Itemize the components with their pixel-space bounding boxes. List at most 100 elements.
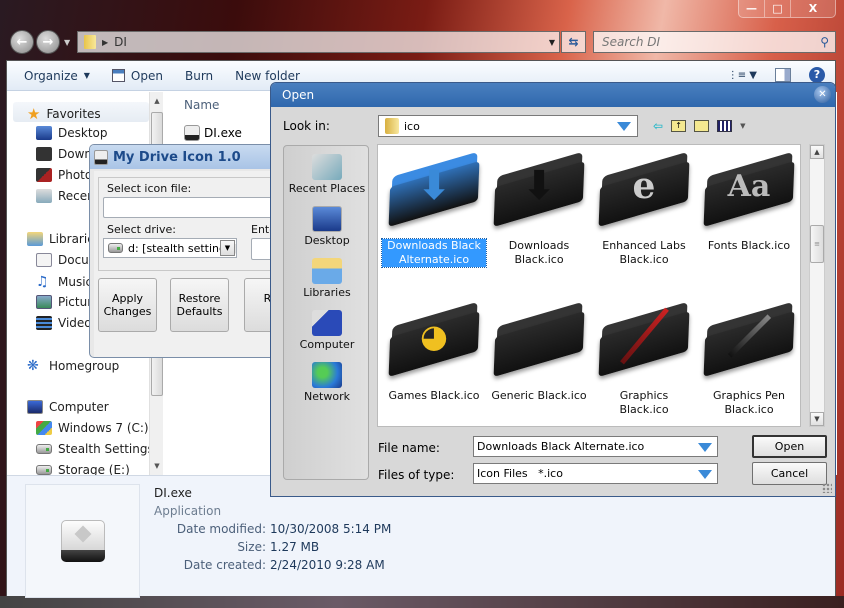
folder-icon: ⬇ [388, 151, 480, 227]
drive-select[interactable]: d: [stealth settings] ▼ [103, 238, 237, 258]
refresh-button[interactable]: ⇆ [561, 31, 586, 53]
place-desktop[interactable]: Desktop [284, 206, 370, 247]
chevron-down-icon: ▼ [83, 71, 90, 80]
file-tile[interactable]: ◕ Games Black.ico [382, 301, 486, 403]
breadcrumb-separator-icon[interactable]: ▶ [102, 38, 108, 47]
maximize-button[interactable]: □ [765, 0, 791, 17]
nav-drive-c[interactable]: Windows 7 (C:) [36, 421, 149, 435]
mdi-title: My Drive Icon 1.0 [113, 149, 241, 165]
file-tile[interactable]: e Enhanced Labs Black.ico [592, 151, 696, 267]
burn-button[interactable]: Burn [185, 69, 213, 83]
search-icon[interactable]: ⚲ [820, 35, 829, 49]
file-type-select[interactable]: Icon Files *.ico [473, 463, 718, 484]
preview-pane-icon[interactable] [775, 68, 791, 82]
new-folder-button[interactable]: New folder [235, 69, 300, 83]
details-key: Date created: [183, 558, 266, 572]
search-input[interactable]: Search DI ⚲ [593, 31, 836, 53]
apply-changes-button[interactable]: Apply Changes [98, 278, 157, 332]
mdi-title-bar[interactable]: My Drive Icon 1.0 [90, 145, 278, 169]
my-drive-icon-window: My Drive Icon 1.0 Select icon file: Sele… [89, 144, 279, 358]
icon-file-input[interactable] [103, 197, 278, 218]
back-button[interactable]: ← [10, 30, 34, 54]
place-label: Recent Places [288, 182, 366, 195]
open-button[interactable]: Open [752, 435, 827, 458]
address-dropdown-icon[interactable]: ▼ [549, 38, 555, 47]
file-tile[interactable]: Graphics Pen Black.ico [697, 301, 800, 417]
scroll-down-icon[interactable]: ▼ [150, 459, 164, 473]
nav-buttons: ← → ▼ [10, 30, 70, 54]
close-icon[interactable]: ✕ [814, 86, 831, 103]
file-tile[interactable]: ⬇ Downloads Black Alternate.ico [381, 151, 487, 268]
file-tile[interactable]: Aa Fonts Black.ico [697, 151, 800, 253]
file-name-input[interactable]: Downloads Black Alternate.ico [473, 436, 718, 457]
nav-homegroup[interactable]: ❋ Homegroup [27, 358, 119, 374]
file-row[interactable]: DI.exe [184, 125, 242, 141]
look-in-select[interactable]: ico [378, 115, 638, 137]
chevron-down-icon[interactable] [698, 443, 712, 452]
details-value[interactable]: 10/30/2008 5:14 PM [270, 522, 391, 536]
place-libraries[interactable]: Libraries [284, 258, 370, 299]
nav-label: Homegroup [49, 359, 120, 373]
view-menu-icon[interactable] [717, 120, 733, 132]
nav-drive-d[interactable]: Stealth Settings (D:) [36, 442, 149, 456]
scroll-down-icon[interactable]: ▼ [810, 412, 824, 426]
resize-grip[interactable] [822, 483, 832, 493]
homegroup-icon: ❋ [27, 358, 39, 374]
generic-folder-icon [493, 301, 585, 371]
address-bar[interactable]: ▶ DI ▼ [77, 31, 560, 53]
nav-computer[interactable]: Computer [27, 400, 109, 414]
new-folder-icon[interactable] [694, 120, 710, 132]
breadcrumb-item[interactable]: DI [114, 35, 127, 49]
change-view-icon[interactable]: ⋮≡ ▼ [728, 70, 757, 81]
details-file-type: Application [154, 504, 222, 518]
scroll-up-icon[interactable]: ▲ [150, 94, 164, 108]
nav-music[interactable]: ♫ Music [36, 274, 92, 290]
file-tile[interactable]: Graphics Black.ico [592, 301, 696, 417]
up-folder-icon[interactable]: ↑ [671, 120, 687, 132]
libraries-icon [27, 232, 43, 246]
chevron-down-icon[interactable]: ▼ [220, 240, 235, 256]
nav-label: Stealth Settings (D:) [58, 442, 149, 456]
recent-pages-dropdown[interactable]: ▼ [64, 38, 70, 47]
details-value[interactable]: 2/24/2010 9:28 AM [270, 558, 385, 572]
scrollbar-thumb[interactable]: ≡ [810, 225, 824, 263]
file-tile-label: Games Black.ico [388, 389, 480, 402]
grid-scrollbar[interactable]: ▲ ≡ ▼ [809, 144, 825, 427]
games-icon: ◕ [420, 317, 448, 355]
nav-favorites[interactable]: ★ Favorites [27, 105, 101, 123]
nav-drive-e[interactable]: Storage (E:) [36, 463, 130, 475]
chevron-down-icon[interactable]: ▼ [740, 122, 745, 130]
close-button[interactable]: X [791, 0, 835, 17]
file-tile-label: Graphics Pen Black.ico [712, 389, 786, 416]
restore-defaults-button[interactable]: Restore Defaults [170, 278, 229, 332]
minimize-button[interactable]: — [739, 0, 765, 17]
chevron-down-icon[interactable] [617, 122, 631, 131]
nav-desktop[interactable]: Desktop [36, 126, 108, 140]
folder-icon [493, 301, 585, 377]
music-icon: ♫ [36, 274, 49, 290]
place-computer[interactable]: Computer [284, 310, 370, 351]
place-label: Desktop [304, 234, 350, 247]
documents-icon [36, 253, 52, 267]
place-network[interactable]: Network [284, 362, 370, 403]
nav-label: Storage (E:) [58, 463, 130, 475]
organize-button[interactable]: Organize ▼ [24, 69, 90, 83]
open-dialog-title-bar[interactable]: Open ✕ [271, 83, 835, 107]
file-type-label: Files of type: [378, 468, 455, 482]
place-recent-places[interactable]: Recent Places [284, 154, 370, 195]
download-arrow-icon: ⬇ [522, 163, 556, 209]
fonts-icon: Aa [727, 168, 771, 204]
libraries-icon [312, 258, 342, 284]
forward-button[interactable]: → [36, 30, 60, 54]
chevron-down-icon[interactable] [698, 470, 712, 479]
dialog-toolbar: ⇦ ↑ ▼ [653, 119, 745, 133]
cancel-button[interactable]: Cancel [752, 462, 827, 485]
back-arrow-icon[interactable]: ⇦ [653, 119, 663, 133]
open-button[interactable]: Open [111, 69, 163, 83]
file-tile[interactable]: ⬇ Downloads Black.ico [487, 151, 591, 267]
scroll-up-icon[interactable]: ▲ [810, 145, 824, 159]
computer-icon [312, 310, 342, 336]
column-header-name[interactable]: Name [184, 98, 219, 112]
help-icon[interactable]: ? [809, 67, 825, 83]
file-tile[interactable]: Generic Black.ico [487, 301, 591, 403]
